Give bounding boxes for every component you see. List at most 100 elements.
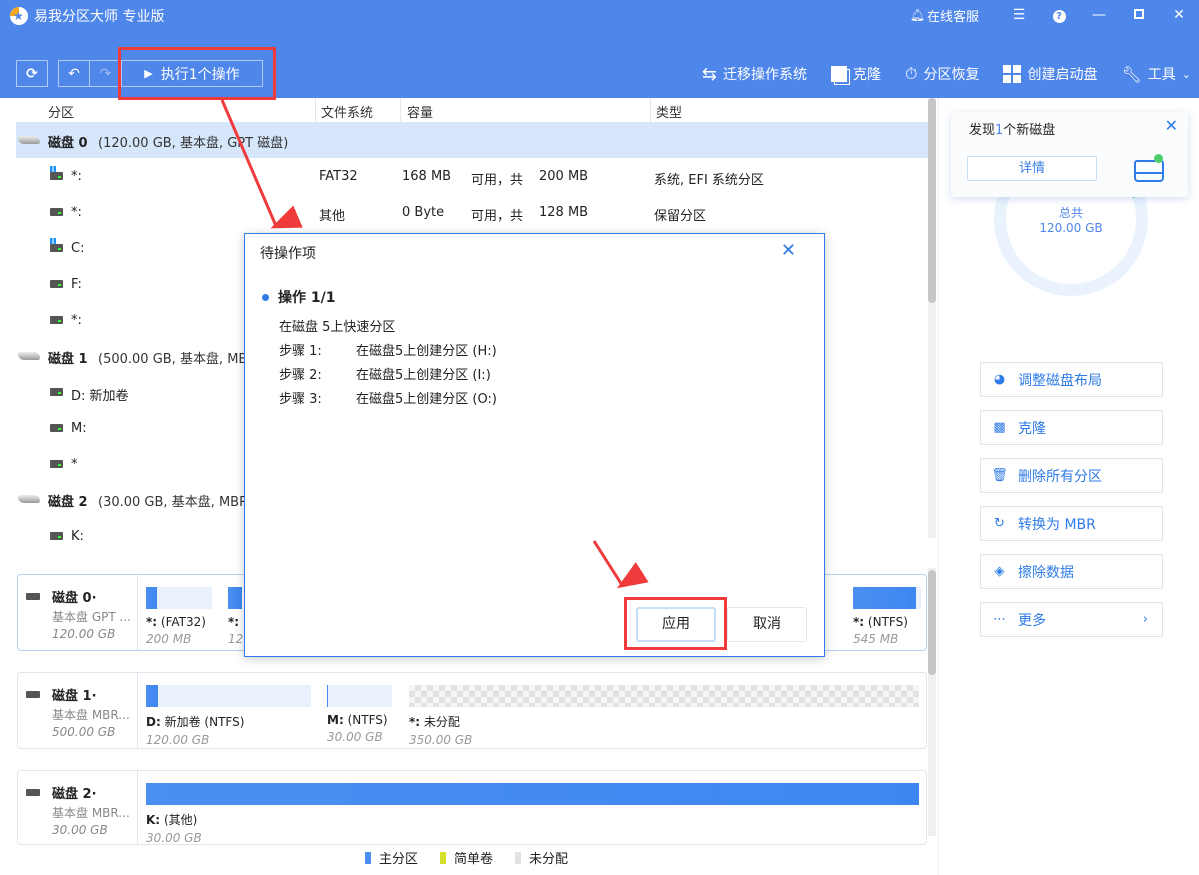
help-icon[interactable]: ? — [1039, 7, 1079, 23]
partition-fs: 未分配 — [423, 715, 460, 729]
apply-button[interactable]: 应用 — [636, 607, 716, 642]
partition-free: 168 MB — [402, 169, 452, 184]
partition-usage-fill — [327, 685, 328, 707]
partition-letter: *: — [409, 715, 421, 729]
recovery-icon: ⏱ — [904, 64, 918, 83]
maximize-icon[interactable] — [1119, 7, 1159, 23]
column-header-filesystem[interactable]: 文件系统 — [321, 102, 373, 121]
app-title: 易我分区大师 专业版 — [10, 6, 164, 26]
disk-info[interactable]: 磁盘 1· 基本盘 MBR... 500.00 GB — [18, 673, 138, 748]
partition-usage-fill — [146, 783, 919, 805]
create-bootable-button[interactable]: 创建启动盘 — [1003, 64, 1097, 84]
bullet-icon — [262, 293, 269, 301]
partition-label: K: (其他) — [146, 811, 919, 828]
step-label: 步骤 3: — [279, 392, 322, 407]
action-label: 擦除数据 — [1018, 564, 1074, 581]
partition-total: 200 MB — [539, 169, 589, 184]
disk-drive-icon — [26, 593, 40, 600]
partition-block[interactable]: *: (NTFS) 545 MB — [853, 587, 921, 646]
disk-card-size: 30.00 GB — [52, 823, 108, 837]
minimize-icon[interactable]: — — [1079, 7, 1119, 23]
partition-block[interactable]: D: 新加卷 (NTFS) 120.00 GB — [146, 685, 311, 747]
tools-menu-button[interactable]: 🔧︎ 工具 ⌄ — [1121, 64, 1191, 84]
partition-letter: D: — [146, 715, 161, 729]
dialog-title: 待操作项 — [260, 246, 316, 262]
action-label: 删除所有分区 — [1018, 468, 1102, 485]
disk-info[interactable]: 磁盘 0· 基本盘 GPT ... 120.00 GB — [18, 575, 138, 650]
partition-size: 30.00 GB — [146, 831, 202, 845]
execute-operations-button[interactable]: ▶ 执行1个操作 — [122, 60, 263, 87]
action-clone-button[interactable]: ▩ 克隆 — [980, 410, 1163, 445]
partition-name: F: — [71, 277, 82, 292]
clone-icon — [830, 66, 847, 82]
details-button[interactable]: 详情 — [967, 156, 1097, 181]
step-label: 步骤 2: — [279, 368, 322, 383]
trash-icon: 🗑︎ — [991, 468, 1008, 483]
disk-icon — [18, 136, 40, 144]
step-label: 步骤 1: — [279, 344, 322, 359]
partition-usage-bar — [146, 783, 919, 805]
more-icon: ⋯ — [993, 612, 1006, 627]
disk-icon — [1134, 160, 1164, 182]
partition-letter: M: — [327, 713, 344, 727]
step-text: 在磁盘5上创建分区 (H:) — [356, 344, 497, 359]
clone-button[interactable]: 克隆 — [830, 64, 881, 84]
bootable-icon — [1003, 65, 1022, 83]
partition-block[interactable]: *: 12 — [228, 587, 243, 646]
partition-drive-icon — [50, 172, 63, 180]
disk-card-type: 基本盘 GPT ... — [52, 610, 131, 624]
undo-button[interactable]: ↶ — [58, 60, 90, 87]
disk-info[interactable]: 磁盘 2· 基本盘 MBR... 30.00 GB — [18, 771, 138, 844]
action-more-button[interactable]: ⋯ 更多 › — [980, 602, 1163, 637]
legend-label: 主分区 — [379, 852, 419, 867]
partition-usage-fill — [146, 587, 157, 609]
migrate-os-button[interactable]: ⇆ 迁移操作系统 — [702, 64, 807, 85]
table-scrollbar-thumb[interactable] — [928, 98, 936, 303]
partition-label: D: 新加卷 (NTFS) — [146, 713, 311, 730]
refresh-button[interactable]: ⟳ — [16, 60, 48, 87]
toolbar-right: ⇆ 迁移操作系统 克隆 ⏱ 分区恢复 创建启动盘 🔧︎ 工具 ⌄ — [702, 60, 1191, 88]
partition-block[interactable]: *: (FAT32) 200 MB — [146, 587, 212, 646]
menu-icon[interactable]: ☰ — [999, 7, 1039, 23]
convert-icon: ↻ — [994, 516, 1005, 531]
table-header: 分区 文件系统 容量 类型 — [0, 98, 928, 122]
step-text: 在磁盘5上创建分区 (I:) — [356, 368, 491, 383]
partition-block[interactable]: K: (其他) 30.00 GB — [146, 783, 919, 845]
partition-name: D: 新加卷 — [71, 389, 129, 404]
cancel-button[interactable]: 取消 — [727, 607, 807, 642]
disk-row[interactable]: 磁盘 0 (120.00 GB, 基本盘, GPT 磁盘) — [16, 122, 928, 158]
notif-suffix: 个新磁盘 — [1003, 123, 1056, 138]
close-icon[interactable]: ✕ — [1159, 7, 1199, 23]
total-value: 120.00 GB — [1039, 221, 1103, 235]
create-bootable-label: 创建启动盘 — [1027, 67, 1098, 83]
partition-name: * — [71, 457, 78, 472]
column-header-partition[interactable]: 分区 — [48, 102, 74, 121]
map-scrollbar-thumb[interactable] — [928, 570, 936, 675]
partition-label: M: (NTFS) — [327, 713, 392, 727]
partition-letter: K: — [146, 813, 161, 827]
action-pie-button[interactable]: ◕ 调整磁盘布局 — [980, 362, 1163, 397]
action-trash-button[interactable]: 🗑︎ 删除所有分区 — [980, 458, 1163, 493]
redo-button[interactable]: ↷ — [90, 60, 122, 87]
action-eraser-button[interactable]: ◈ 擦除数据 — [980, 554, 1163, 589]
column-header-type[interactable]: 类型 — [656, 102, 682, 121]
partition-block[interactable]: *: 未分配 350.00 GB — [409, 685, 919, 747]
column-header-capacity[interactable]: 容量 — [407, 102, 433, 121]
side-panel: 总共 120.00 GB 已用空间 30.08 GB 发现1个新磁盘 ✕ 详情 … — [938, 98, 1199, 875]
close-notification-icon[interactable]: ✕ — [1165, 116, 1178, 135]
partition-name: C: — [71, 241, 85, 256]
disk-map-card[interactable]: 磁盘 1· 基本盘 MBR... 500.00 GB D: 新加卷 (NTFS) 120… — [17, 672, 927, 749]
dialog-close-icon[interactable]: ✕ — [781, 240, 796, 261]
online-support-button[interactable]: 🔔︎ 在线客服 — [910, 6, 979, 25]
action-convert-button[interactable]: ↻ 转换为 MBR — [980, 506, 1163, 541]
partition-row[interactable]: *: FAT32 168 MB 可用，共 200 MB 系统, EFI 系统分区 — [16, 159, 928, 195]
refresh-icon: ⟳ — [26, 65, 38, 82]
partition-fs: (NTFS) — [347, 713, 388, 727]
partition-size: 350.00 GB — [409, 733, 473, 747]
partition-row[interactable]: *: 其他 0 Byte 可用，共 128 MB 保留分区 — [16, 195, 928, 231]
disk-map-card[interactable]: 磁盘 2· 基本盘 MBR... 30.00 GB K: (其他) 30.00 GB — [17, 770, 927, 845]
partition-block[interactable]: M: (NTFS) 30.00 GB — [327, 685, 392, 744]
partition-recovery-button[interactable]: ⏱ 分区恢复 — [905, 64, 979, 84]
undo-icon: ↶ — [68, 65, 80, 82]
legend: 主分区 简单卷 未分配 — [365, 848, 568, 867]
